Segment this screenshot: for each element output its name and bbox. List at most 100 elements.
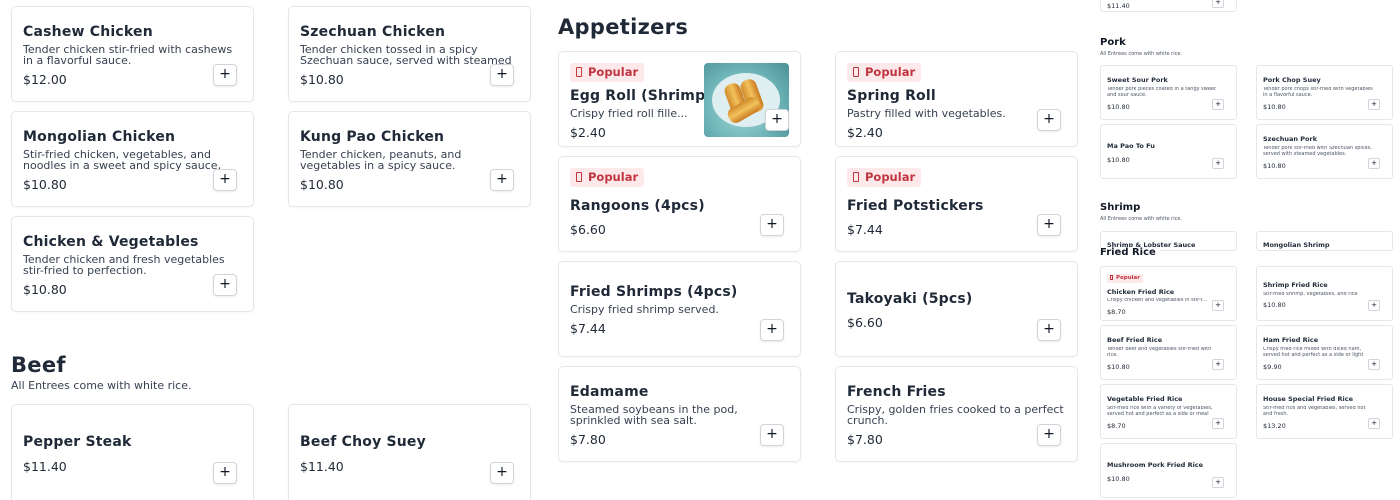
add-to-cart-button[interactable]: + xyxy=(213,64,237,86)
plus-icon: + xyxy=(766,216,778,232)
menu-card-mongolian-chicken[interactable]: Mongolian Chicken Stir-fried chicken, ve… xyxy=(11,111,254,207)
add-to-cart-button[interactable]: + xyxy=(1212,300,1224,311)
item-price: $7.44 xyxy=(847,222,883,237)
menu-card-egg-roll[interactable]: Popular Egg Roll (Shrimp) Crispy fried r… xyxy=(558,51,801,147)
item-price: $7.80 xyxy=(847,432,883,447)
add-to-cart-button[interactable]: + xyxy=(490,169,514,191)
item-name: Spring Roll xyxy=(847,88,936,104)
plus-icon: + xyxy=(1043,426,1055,442)
item-price: $2.40 xyxy=(570,125,606,140)
plus-icon: + xyxy=(1043,216,1055,232)
menu-card-szechuan-chicken[interactable]: Szechuan Chicken Tender chicken tossed i… xyxy=(288,6,531,102)
plus-icon: + xyxy=(1371,159,1377,167)
add-to-cart-button[interactable]: + xyxy=(1212,99,1224,110)
plus-icon: + xyxy=(1371,301,1377,309)
item-name: Pepper Steak xyxy=(23,434,132,450)
add-to-cart-button[interactable]: + xyxy=(1037,319,1061,341)
add-to-cart-button[interactable]: + xyxy=(1037,424,1061,446)
mini-card-mushroom-pork-fried-rice[interactable]: Mushroom Pork Fried Rice $10.80 + xyxy=(1100,443,1237,498)
mini-card-mongolian-shrimp[interactable]: Mongolian Shrimp xyxy=(1256,231,1393,251)
add-to-cart-button[interactable]: + xyxy=(213,462,237,484)
item-name: Szechuan Pork xyxy=(1263,135,1318,143)
item-description: Tender pork chops stir-fried with vegeta… xyxy=(1263,87,1373,98)
plus-icon: + xyxy=(1215,478,1221,486)
menu-card-takoyaki[interactable]: Takoyaki (5pcs) $6.60 + xyxy=(835,261,1078,357)
mini-card-ma-pao-to-fu[interactable]: Ma Pao To Fu $10.80 + xyxy=(1100,124,1237,179)
menu-card-kung-pao-chicken[interactable]: Kung Pao Chicken Tender chicken, peanuts… xyxy=(288,111,531,207)
plus-icon: + xyxy=(1215,100,1221,108)
mini-card-szechuan-pork[interactable]: Szechuan Pork Tender pork stir-fried wit… xyxy=(1256,124,1393,179)
menu-card-chicken-vegetables[interactable]: Chicken & Vegetables Tender chicken and … xyxy=(11,216,254,312)
item-name: Kung Pao Chicken xyxy=(300,129,445,145)
mini-card-sweet-sour-pork[interactable]: Sweet Sour Pork Tender pork pieces coate… xyxy=(1100,65,1237,120)
add-to-cart-button[interactable]: + xyxy=(760,424,784,446)
add-to-cart-button[interactable]: + xyxy=(490,64,514,86)
menu-card-edamame[interactable]: Edamame Steamed soybeans in the pod, spr… xyxy=(558,366,801,462)
plus-icon: + xyxy=(1371,360,1377,368)
item-name: Egg Roll (Shrimp) xyxy=(570,88,712,104)
add-to-cart-button[interactable]: + xyxy=(1212,0,1224,8)
plus-icon: + xyxy=(219,276,231,292)
mini-card-vegetable-fried-rice[interactable]: Vegetable Fried Rice Stir-fried rice wit… xyxy=(1100,384,1237,439)
menu-card-rangoons[interactable]: Popular Rangoons (4pcs) $6.60 + xyxy=(558,156,801,252)
add-to-cart-button[interactable]: + xyxy=(765,109,789,131)
menu-card-fried-shrimps[interactable]: Fried Shrimps (4pcs) Crispy fried shrimp… xyxy=(558,261,801,357)
mini-card-house-special-fried-rice[interactable]: House Special Fried Rice Stir-fried rice… xyxy=(1256,384,1393,439)
add-to-cart-button[interactable]: + xyxy=(1368,359,1380,370)
menu-card-cashew-chicken[interactable]: Cashew Chicken Tender chicken stir-fried… xyxy=(11,6,254,102)
mini-card-chicken-fried-rice[interactable]: Popular Chicken Fried Rice Crispy chicke… xyxy=(1100,266,1237,321)
item-description: Tender beef and vegetables stir-fried wi… xyxy=(1107,347,1212,358)
add-to-cart-button[interactable]: + xyxy=(760,214,784,236)
add-to-cart-button[interactable]: + xyxy=(1368,99,1380,110)
menu-card-french-fries[interactable]: French Fries Crispy, golden fries cooked… xyxy=(835,366,1078,462)
add-to-cart-button[interactable]: + xyxy=(1368,158,1380,169)
item-description: Crispy chicken and vegetables in stir-f.… xyxy=(1107,298,1207,303)
add-to-cart-button[interactable]: + xyxy=(1368,418,1380,429)
plus-icon: + xyxy=(1371,100,1377,108)
menu-card-beef-choy-suey[interactable]: Beef Choy Suey $11.40 + xyxy=(288,404,531,500)
item-name: Fried Shrimps (4pcs) xyxy=(570,284,738,300)
add-to-cart-button[interactable]: + xyxy=(213,274,237,296)
item-price: $7.44 xyxy=(570,321,606,336)
add-to-cart-button[interactable]: + xyxy=(1212,158,1224,169)
mini-card-ham-fried-rice[interactable]: Ham Fried Rice Crispy fried rice mixed w… xyxy=(1256,325,1393,380)
popular-icon xyxy=(1110,275,1113,280)
add-to-cart-button[interactable]: + xyxy=(490,462,514,484)
popular-label: Popular xyxy=(588,170,639,184)
item-description: Tender chicken and fresh vegetables stir… xyxy=(23,254,225,276)
plus-icon: + xyxy=(766,426,778,442)
item-description: Tender chicken, peanuts, and vegetables … xyxy=(300,149,462,171)
plus-icon: + xyxy=(496,464,508,480)
popular-label: Popular xyxy=(1116,275,1140,281)
popular-label: Popular xyxy=(588,65,639,79)
add-to-cart-button[interactable]: + xyxy=(1212,477,1224,488)
item-price: $10.80 xyxy=(1263,162,1286,170)
popular-badge: Popular xyxy=(847,63,922,82)
menu-card-fried-potstickers[interactable]: Popular Fried Potstickers $7.44 + xyxy=(835,156,1078,252)
add-to-cart-button[interactable]: + xyxy=(1212,359,1224,370)
add-to-cart-button[interactable]: + xyxy=(1037,214,1061,236)
item-description: Crispy fried rice mixed with diced ham, … xyxy=(1263,347,1364,358)
add-to-cart-button[interactable]: + xyxy=(213,169,237,191)
item-description: Crispy, golden fries cooked to a perfect… xyxy=(847,404,1064,426)
popular-label: Popular xyxy=(865,65,916,79)
plus-icon: + xyxy=(1043,321,1055,337)
mini-card-shrimp-fried-rice[interactable]: Shrimp Fried Rice Stir-fried shrimp, veg… xyxy=(1256,266,1393,321)
item-price: $11.40 xyxy=(300,459,344,474)
item-price: $10.80 xyxy=(23,177,67,192)
item-name: Mongolian Shrimp xyxy=(1263,241,1330,249)
menu-card-spring-roll[interactable]: Popular Spring Roll Pastry filled with v… xyxy=(835,51,1078,147)
popular-icon xyxy=(853,67,859,77)
item-name: Takoyaki (5pcs) xyxy=(847,291,973,307)
mini-card-top[interactable]: $11.40 + xyxy=(1100,0,1237,12)
mini-card-pork-chop-suey[interactable]: Pork Chop Suey Tender pork chops stir-fr… xyxy=(1256,65,1393,120)
mini-card-beef-fried-rice[interactable]: Beef Fried Rice Tender beef and vegetabl… xyxy=(1100,325,1237,380)
plus-icon: + xyxy=(219,464,231,480)
add-to-cart-button[interactable]: + xyxy=(1037,109,1061,131)
add-to-cart-button[interactable]: + xyxy=(760,319,784,341)
item-name: Vegetable Fried Rice xyxy=(1107,395,1183,403)
menu-card-pepper-steak[interactable]: Pepper Steak $11.40 + xyxy=(11,404,254,500)
item-name: Cashew Chicken xyxy=(23,24,153,40)
add-to-cart-button[interactable]: + xyxy=(1212,418,1224,429)
add-to-cart-button[interactable]: + xyxy=(1368,300,1380,311)
